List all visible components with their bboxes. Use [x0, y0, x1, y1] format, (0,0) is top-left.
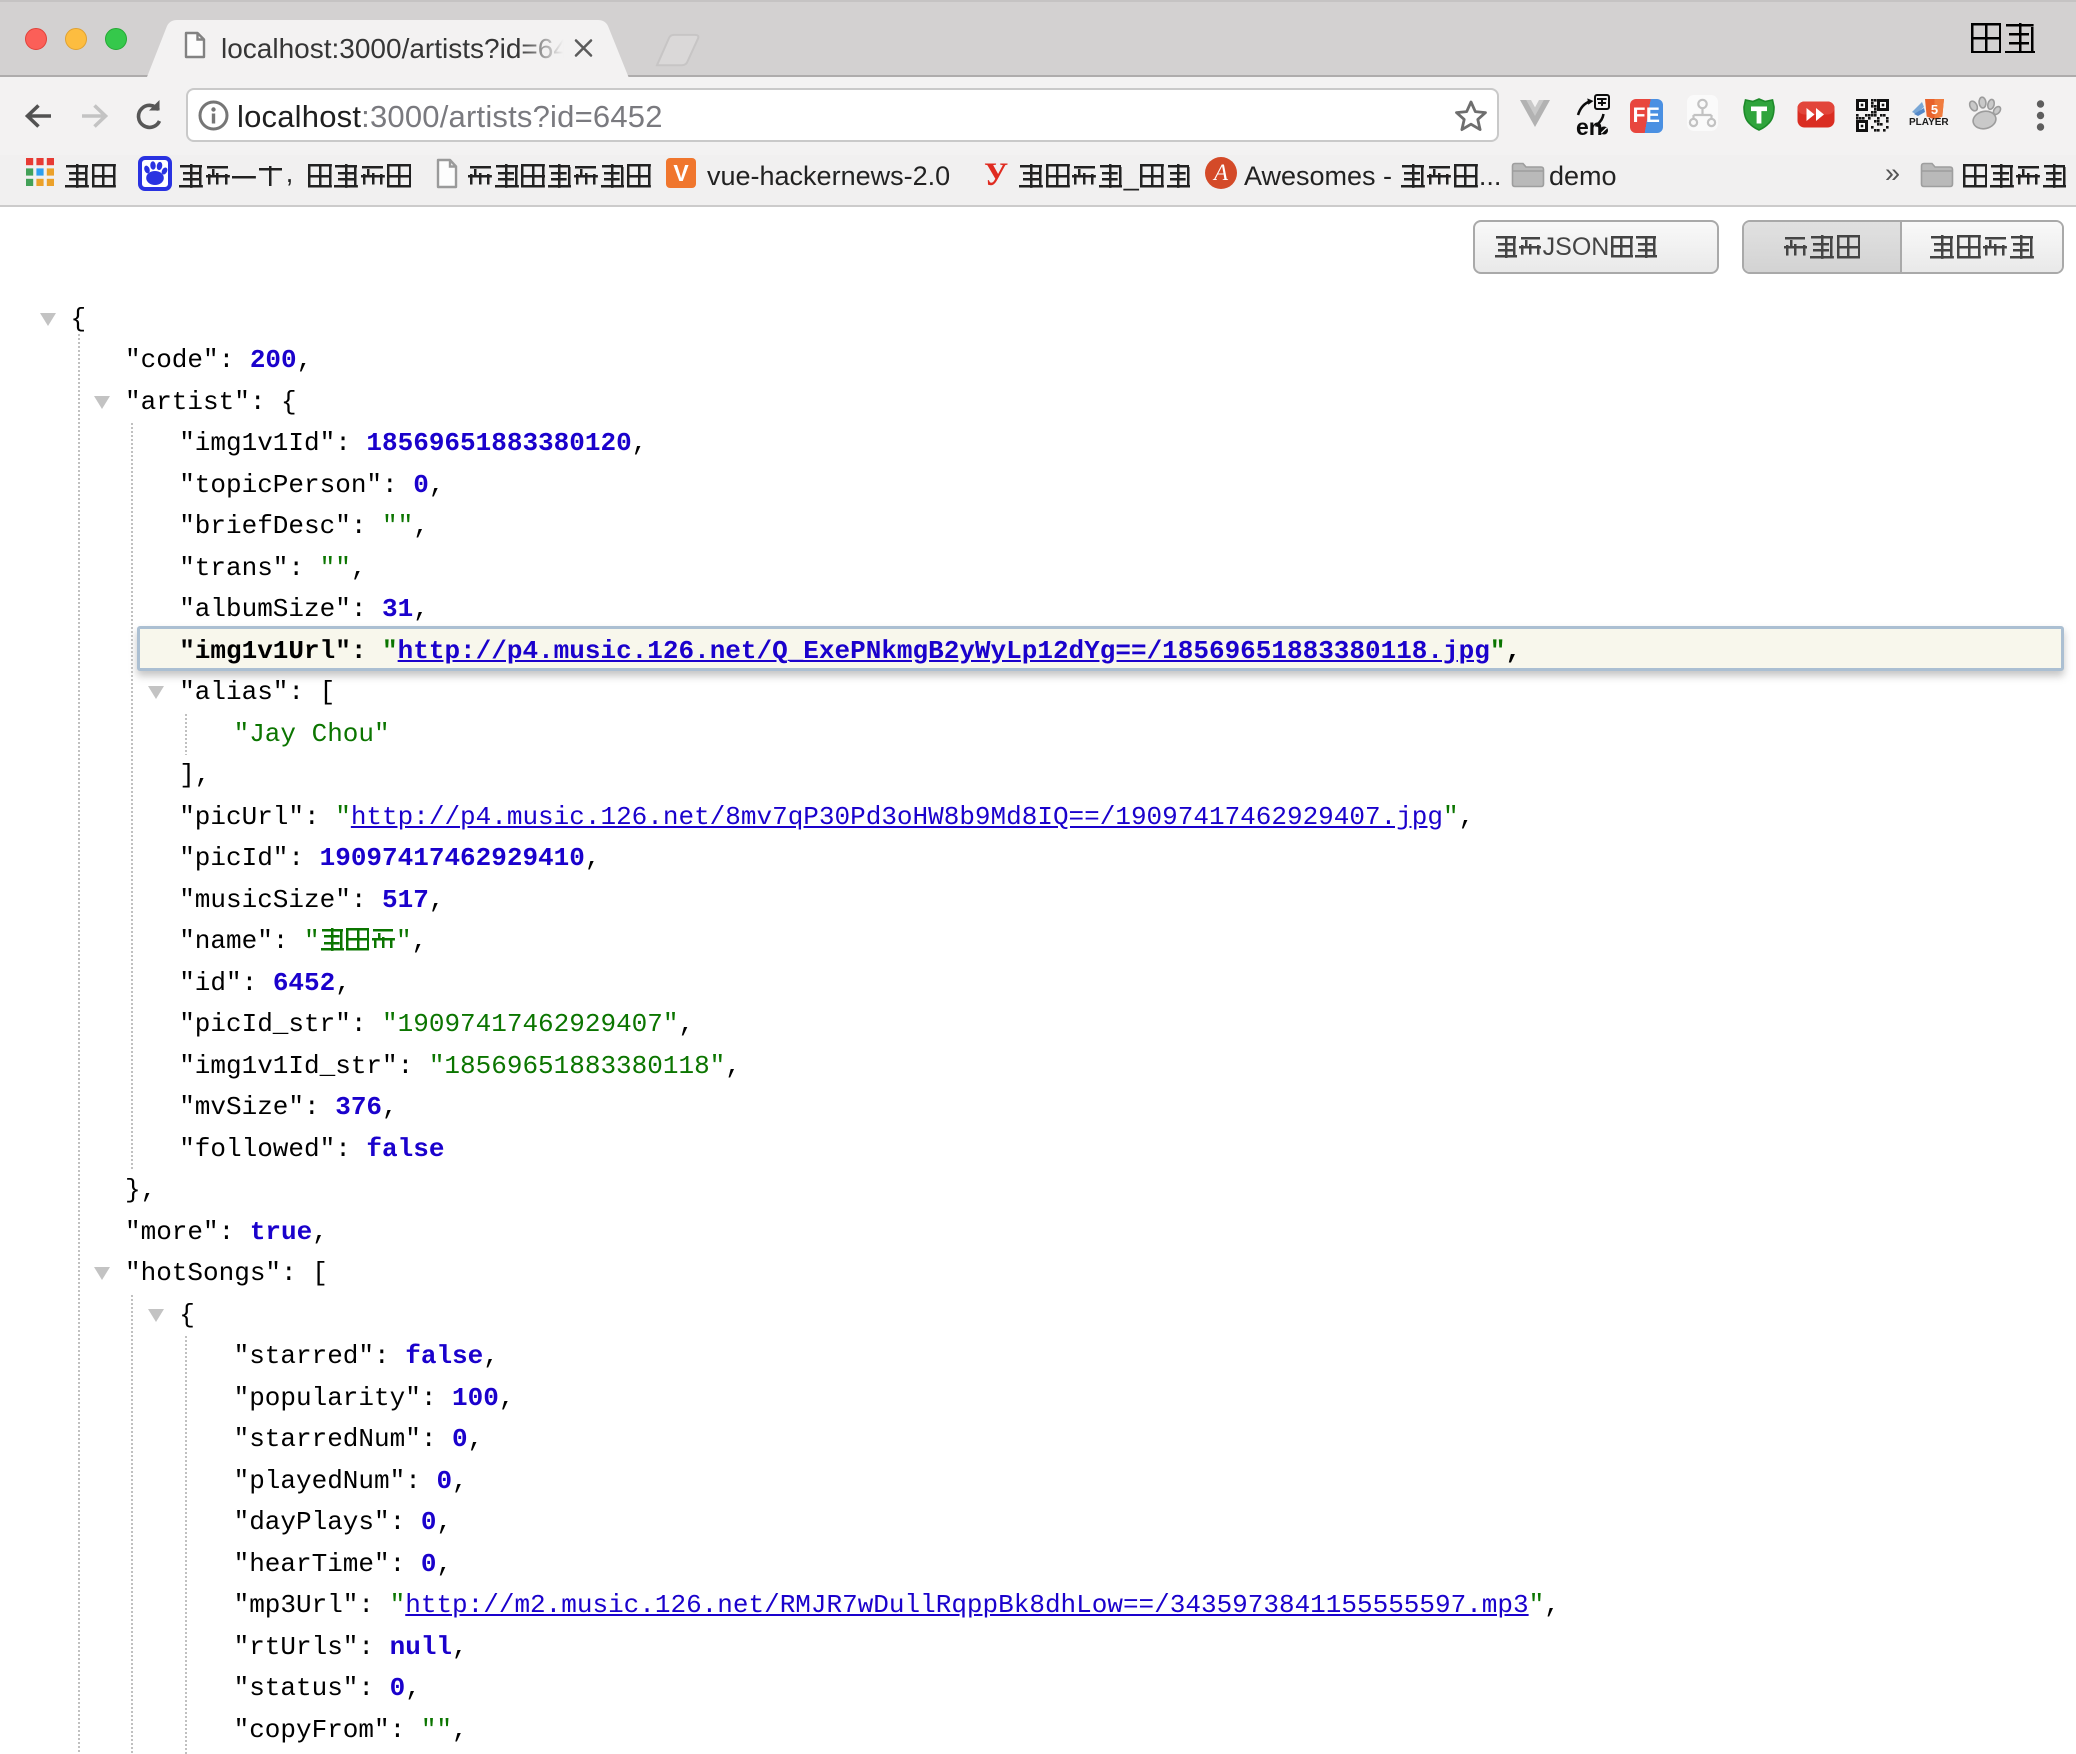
svg-text:5: 5: [1931, 102, 1938, 117]
